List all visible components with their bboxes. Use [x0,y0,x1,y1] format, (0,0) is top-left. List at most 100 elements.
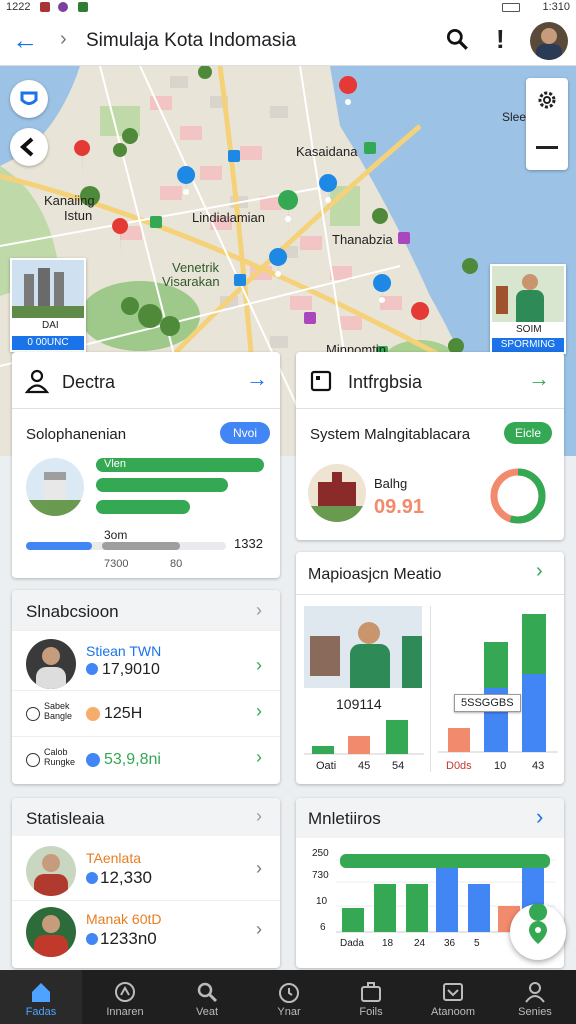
card-title: Mapioasjcn Meatio [308,566,442,583]
chevron-right-icon[interactable]: › [256,747,262,768]
photo-caption: DAI [42,320,59,331]
home-icon [32,983,50,1002]
list-item[interactable]: Stiean TWN 17,9010 › [12,630,280,689]
collapse-button[interactable] [10,128,48,166]
row-value: 17,9010 [102,661,160,678]
arrow-right-icon[interactable]: → [246,366,268,392]
bar [468,884,490,932]
metric-label: 3om [104,528,128,542]
nav-item-explore[interactable]: Innaren [84,970,166,1024]
x-tick-label: 54 [392,760,405,772]
infra-card: Intfrgbsia → System Malngitablacara Eicl… [296,352,564,540]
nav-item-profile[interactable]: Senies [494,970,576,1024]
status-dot-icon [86,872,98,884]
arrow-right-icon[interactable]: → [528,366,550,392]
progress-label: Vlen [104,458,127,470]
row-name: Sabek Bangle [44,701,73,721]
x-tick-label: Oati [316,760,337,772]
nav-item-inbox[interactable]: Atanoom [412,970,494,1024]
avatar [26,907,76,957]
list-item[interactable]: Manak 60tD 1233n0 › [12,900,280,964]
nav-label: Senies [518,1006,552,1018]
photo-caption: SOIM [516,324,542,335]
status-time-left: 1222 [6,1,31,13]
x-tick-label: 45 [358,760,371,772]
progress-bar [96,478,228,492]
photo-value-badge: 0 00UNC [12,336,84,350]
avatar[interactable] [530,22,568,60]
shield-icon [20,91,38,105]
chevron-right-icon[interactable]: › [256,806,262,827]
x-tick-label: 5 [474,938,480,949]
chevron-right-icon[interactable]: › [536,560,543,583]
avatar [26,846,76,896]
status-dot-icon [86,663,98,675]
card-subtitle: Solophanenian [26,426,127,443]
status-time-right: 1:310 [542,1,570,13]
back-arrow-icon[interactable]: ← [12,26,38,54]
map-pin-icon [529,903,548,944]
radio-button[interactable] [26,707,40,721]
nav-item-search[interactable]: Veat [166,970,248,1024]
location-button[interactable] [10,80,48,118]
arrow-left-icon [19,137,34,157]
progress-bar [96,500,190,514]
alert-icon[interactable]: ! [496,24,505,55]
user-icon [24,369,50,394]
status-badge[interactable]: Nvoi [220,422,270,444]
card-title: Mnletiiros [308,809,381,828]
building-thumbnail [26,458,84,516]
nav-item-home[interactable]: Fadas [0,970,82,1024]
chevron-right-icon[interactable]: › [256,858,262,879]
status-dot-icon [86,707,100,721]
map-label: Lindialamian [192,210,265,225]
location-photo-card[interactable]: DAI 0 00UNC [10,258,86,352]
x-tick-label: D0ds [446,760,472,772]
map-label: Thanabzia [332,232,393,247]
nav-label: Atanoom [430,1006,476,1018]
chevron-right-icon[interactable]: › [256,655,262,676]
list-item[interactable]: Sabek Bangle 125H › [12,690,280,736]
chevron-right-icon[interactable]: › [536,804,543,830]
stats-card: Statisleaia › TAenlata 12,330 › Manak 60… [12,798,280,968]
x-tick-label: 18 [382,938,394,949]
row-value: 125H [104,705,143,722]
row-name: Stiean TWN [86,643,162,659]
bar [342,908,364,932]
chevron-right-icon[interactable]: › [256,701,262,722]
nav-label: Fadas [25,1006,57,1018]
list-item[interactable]: Calob Rungke 53,9,8ni › [12,736,280,782]
bar [522,614,546,674]
nav-item-files[interactable]: Foils [330,970,412,1024]
stacked-bar-chart [438,614,558,753]
row-value: 53,9,8ni [104,751,161,768]
zoom-out-icon[interactable] [536,146,558,149]
person-photo-card[interactable]: SOIM SPORMING [490,264,566,354]
y-tick-label: 6 [320,922,326,933]
search-icon[interactable] [444,26,470,52]
list-item[interactable]: TAenlata 12,330 › [12,838,280,900]
x-tick-label: 10 [494,760,507,772]
bar [374,884,396,932]
app-bar: ← › Simulaja Kota Indomasia ! [0,16,576,66]
page-title: Simulaja Kota Indomasia [86,30,297,51]
nav-item-history[interactable]: Ynar [248,970,330,1024]
radio-button[interactable] [26,753,40,767]
chevron-right-icon[interactable]: › [256,600,262,621]
location-fab[interactable] [510,903,566,960]
gear-icon[interactable] [535,88,559,112]
chevron-right-icon[interactable]: › [256,919,262,940]
person-photo [492,266,564,322]
bar [406,884,428,932]
mapio-card: Mapioasjcn Meatio › 109114 Oati 45 54 5S… [296,552,564,784]
notification-icon [40,2,50,12]
card-subtitle: System Malngitablacara [310,426,471,443]
card-title: Statisleaia [26,809,105,828]
status-badge[interactable]: Eicle [504,422,552,444]
bar [484,642,508,688]
photo-value-badge: SPORMING [492,338,564,352]
staff-photo [304,606,422,688]
progress-bar-blue [26,542,92,550]
foot-left: 7300 [104,558,129,570]
app-notification-icon [58,2,68,12]
